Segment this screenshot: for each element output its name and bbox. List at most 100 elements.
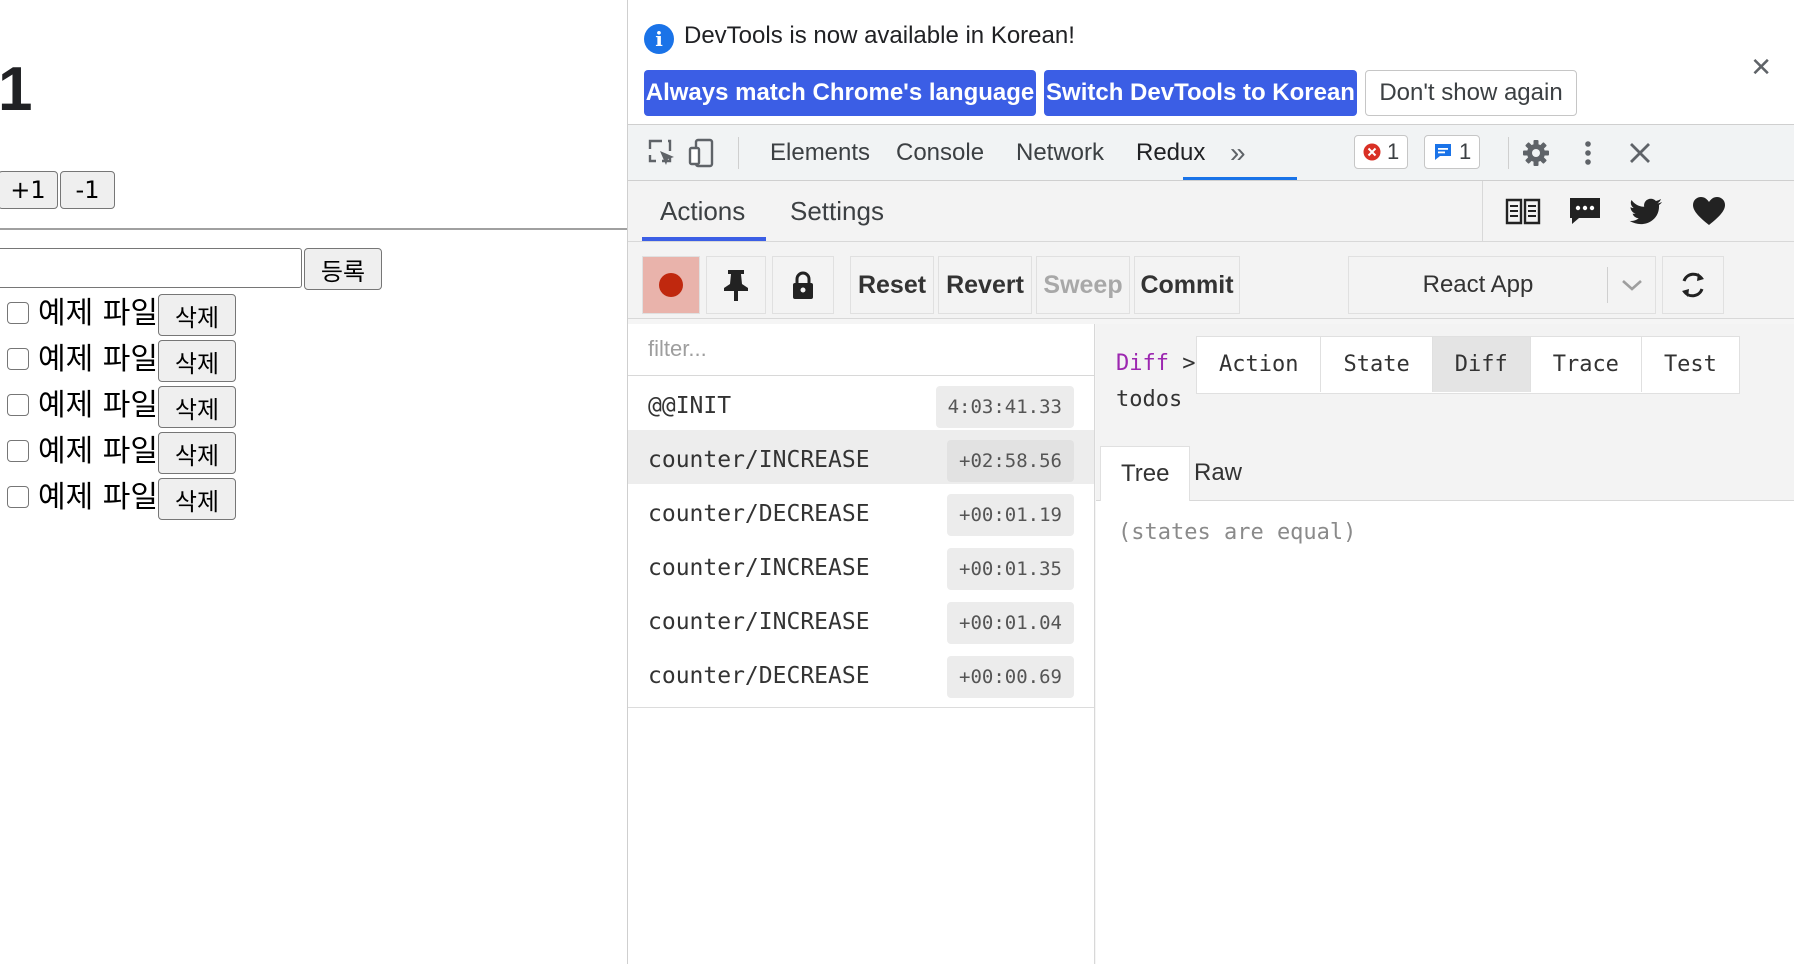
tab-test[interactable]: Test <box>1642 337 1739 392</box>
gear-icon[interactable] <box>1520 137 1552 169</box>
close-devtools-icon[interactable] <box>1624 137 1656 169</box>
tab-settings[interactable]: Settings <box>790 181 884 241</box>
tab-action[interactable]: Action <box>1197 337 1322 392</box>
sync-icon <box>1682 272 1704 298</box>
tab-actions[interactable]: Actions <box>660 181 745 241</box>
pin-icon <box>724 270 748 301</box>
twitter-icon[interactable] <box>1629 195 1665 227</box>
tab-state[interactable]: State <box>1321 337 1433 392</box>
device-toolbar-icon[interactable] <box>686 137 718 169</box>
pin-button[interactable] <box>706 256 766 314</box>
more-options-icon[interactable] <box>1572 137 1604 169</box>
delete-button[interactable]: 삭제 <box>158 294 236 336</box>
message-count: 1 <box>1459 139 1472 164</box>
action-name: counter/INCREASE <box>648 609 870 635</box>
todo-checkbox[interactable] <box>7 348 29 370</box>
action-time: +00:01.04 <box>947 602 1074 644</box>
filter-input[interactable]: filter... <box>628 324 1094 376</box>
redux-header: Actions Settings <box>628 181 1794 242</box>
dont-show-again-button[interactable]: Don't show again <box>1365 70 1577 116</box>
chat-icon[interactable] <box>1567 195 1603 227</box>
todo-item: 예제 파일 삭제 <box>0 384 300 428</box>
todo-checkbox[interactable] <box>7 302 29 324</box>
increment-button[interactable]: +1 <box>0 171 58 209</box>
delete-button[interactable]: 삭제 <box>158 340 236 382</box>
list-item[interactable]: @@INIT 4:03:41.33 <box>628 376 1094 438</box>
todo-text: 예제 파일 <box>38 342 158 377</box>
action-time: +00:01.35 <box>947 548 1074 590</box>
breadcrumb-link[interactable]: Diff <box>1116 351 1169 376</box>
close-infobar-icon[interactable]: ✕ <box>1750 52 1772 83</box>
list-item[interactable]: counter/DECREASE +00:01.19 <box>628 484 1094 546</box>
sweep-button[interactable]: Sweep <box>1036 256 1130 314</box>
match-language-button[interactable]: Always match Chrome's language <box>644 70 1036 116</box>
sync-button[interactable] <box>1662 256 1724 314</box>
tab-trace[interactable]: Trace <box>1531 337 1642 392</box>
todo-text: 예제 파일 <box>38 296 158 331</box>
todo-checkbox[interactable] <box>7 440 29 462</box>
tab-raw[interactable]: Raw <box>1174 446 1262 500</box>
message-icon <box>1435 144 1451 160</box>
tab-network[interactable]: Network <box>1016 125 1104 180</box>
more-tabs-icon[interactable]: » <box>1230 125 1246 180</box>
devtools-tabbar: Elements Console Network Redux » 1 1 <box>628 125 1794 181</box>
inspect-element-icon[interactable] <box>646 137 678 169</box>
divider <box>0 228 627 230</box>
redux-header-icons <box>1482 181 1794 241</box>
lock-icon <box>793 271 813 299</box>
diff-view-tabs: Tree Raw <box>1096 442 1794 501</box>
commit-button[interactable]: Commit <box>1134 256 1240 314</box>
record-icon <box>659 273 683 297</box>
decrement-button[interactable]: -1 <box>60 171 115 209</box>
heart-icon[interactable] <box>1691 195 1727 227</box>
select-divider <box>1607 267 1608 303</box>
app-page: 1 +1 -1 등록 예제 파일 삭제 예제 파일 삭제 예제 파일 삭제 예제… <box>0 0 627 964</box>
delete-button[interactable]: 삭제 <box>158 478 236 520</box>
book-icon[interactable] <box>1505 195 1541 227</box>
toolbar-separator <box>738 137 739 169</box>
chevron-down-icon <box>1622 280 1642 291</box>
list-item[interactable]: counter/INCREASE +02:58.56 <box>628 430 1094 492</box>
error-count: 1 <box>1387 139 1400 164</box>
register-button[interactable]: 등록 <box>304 248 382 290</box>
error-counter[interactable]: 1 <box>1354 135 1409 169</box>
todo-input[interactable] <box>0 248 302 288</box>
message-counter[interactable]: 1 <box>1424 135 1481 169</box>
tab-redux[interactable]: Redux <box>1136 125 1205 180</box>
record-button[interactable] <box>642 256 700 314</box>
error-icon <box>1363 143 1381 161</box>
infobar-message: DevTools is now available in Korean! <box>684 22 1075 49</box>
action-list: filter... @@INIT 4:03:41.33 counter/INCR… <box>628 324 1095 964</box>
list-item[interactable]: counter/INCREASE +00:01.04 <box>628 592 1094 654</box>
list-item[interactable]: counter/INCREASE +00:01.35 <box>628 538 1094 600</box>
action-time: 4:03:41.33 <box>935 386 1074 428</box>
instance-select[interactable]: React App <box>1348 256 1656 314</box>
counter-value: 1 <box>0 55 33 124</box>
todo-checkbox[interactable] <box>7 394 29 416</box>
breadcrumb-current: todos <box>1116 387 1183 412</box>
todo-text: 예제 파일 <box>38 480 158 515</box>
todo-item: 예제 파일 삭제 <box>0 338 300 382</box>
todo-checkbox[interactable] <box>7 486 29 508</box>
tab-diff[interactable]: Diff <box>1432 337 1531 392</box>
action-name: counter/DECREASE <box>648 663 870 689</box>
diff-monitor: Diff > todos Action State Diff Trace Tes… <box>1096 324 1794 964</box>
tab-console[interactable]: Console <box>896 125 984 180</box>
redux-devtools: Actions Settings Reset Revert Sweep Comm… <box>628 181 1794 964</box>
revert-button[interactable]: Revert <box>938 256 1032 314</box>
delete-button[interactable]: 삭제 <box>158 386 236 428</box>
action-name: counter/DECREASE <box>648 501 870 527</box>
action-name: counter/INCREASE <box>648 447 870 473</box>
delete-button[interactable]: 삭제 <box>158 432 236 474</box>
switch-language-button[interactable]: Switch DevTools to Korean <box>1044 70 1357 116</box>
tab-elements[interactable]: Elements <box>770 125 870 180</box>
action-time: +00:00.69 <box>947 656 1074 698</box>
todo-text: 예제 파일 <box>38 388 158 423</box>
action-time: +00:01.19 <box>947 494 1074 536</box>
language-infobar: i DevTools is now available in Korean! A… <box>628 0 1794 125</box>
reset-button[interactable]: Reset <box>850 256 934 314</box>
list-item[interactable]: counter/DECREASE +00:00.69 <box>628 646 1094 708</box>
devtools-panel: i DevTools is now available in Korean! A… <box>627 0 1794 964</box>
diff-message: (states are equal) <box>1118 520 1357 545</box>
lock-button[interactable] <box>772 256 834 314</box>
